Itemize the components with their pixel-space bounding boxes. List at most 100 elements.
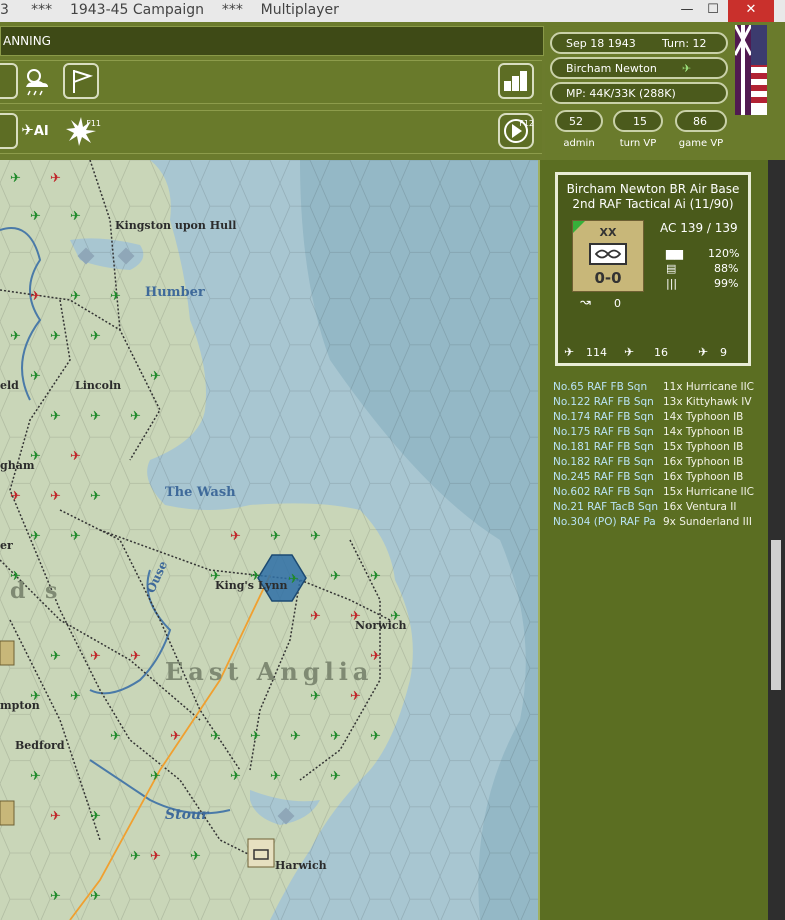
allied-air-unit: ✈ [270,769,281,784]
ammo-icon: ||| [666,277,678,290]
game-date: Sep 18 1943 [566,37,636,50]
aircraft-icon: ✈ [682,62,692,75]
squadron-name[interactable]: No.174 RAF FB Sqn [553,411,654,423]
top-toolbar: ANNING ✈AI F11 F12 [0,22,545,160]
unit-title: Bircham Newton BR Air Base 2nd RAF Tacti… [558,182,748,212]
maximize-button[interactable]: ☐ [698,0,728,22]
window-titlebar: 3 *** 1943-45 Campaign *** Multiplayer —… [0,0,785,22]
flag-button[interactable] [63,63,99,99]
city-label: King's Lynn [215,579,288,592]
squadron-name[interactable]: No.182 RAF FB Sqn [553,456,654,468]
axis-air-unit: ✈ [30,289,41,304]
readiness-value: 120% [708,247,740,260]
air-unit-symbol [589,243,627,265]
allied-air-unit: ✈ [330,769,341,784]
city-label: Harwich [275,859,327,872]
selected-location: Bircham Newton [566,62,657,75]
hex-map[interactable]: ✈ ✈ ✈ ✈ ✈ ✈ ✈ ✈ ✈ ✈ ✈ ✈ ✈ ✈ ✈ ✈ ✈ ✈ ✈ ✈ … [0,160,538,920]
allied-air-unit: ✈ [50,329,61,344]
ammo-value: 99% [714,277,739,290]
squadron-name[interactable]: No.122 RAF FB Sqn [553,396,654,408]
allied-air-unit: ✈ [310,689,321,704]
scrollbar-thumb[interactable] [771,540,781,690]
axis-air-unit: ✈ [50,489,61,504]
phase-label: ANNING [3,34,51,48]
air-strike-button[interactable]: F11 [63,113,101,149]
water-label: The Wash [165,485,236,500]
game-vp-value: 86 [693,115,707,128]
axis-air-unit: ✈ [50,809,61,824]
air-branch-icon [594,249,622,259]
unit-card[interactable]: Bircham Newton BR Air Base 2nd RAF Tacti… [555,172,751,366]
toolbar-row-1 [0,60,542,104]
squadron-name[interactable]: No.181 RAF FB Sqn [553,441,654,453]
axis-air-unit: ✈ [90,649,101,664]
squadron-name[interactable]: No.21 RAF TacB Sqn [553,501,658,513]
axis-air-unit: ✈ [70,449,81,464]
weather-button[interactable] [18,63,54,99]
close-button[interactable]: ✕ [728,0,774,22]
axis-air-unit: ✈ [10,489,21,504]
allied-air-unit: ✈ [250,729,261,744]
allied-air-unit: ✈ [70,529,81,544]
allied-air-unit: ✈ [330,729,341,744]
date-turn-pill: Sep 18 1943 Turn: 12 [550,32,728,54]
partial-toolbar-button[interactable] [0,63,18,99]
readiness-icon: ▆▆ [666,247,683,260]
city-label: Norwich [355,619,407,632]
fighter-icon: ✈ [564,345,575,359]
allied-air-unit: ✈ [90,329,101,344]
allied-air-unit: ✈ [70,209,81,224]
allied-air-unit: ✈ [230,769,241,784]
allied-air-unit: ✈ [90,489,101,504]
window-edge-scrollbar[interactable] [768,160,785,920]
allied-air-unit: ✈ [130,849,141,864]
squadron-name[interactable]: No.65 RAF FB Sqn [553,381,647,393]
axis-air-unit: ✈ [130,649,141,664]
unit-counter[interactable]: XX 0-0 [572,220,644,292]
map-canvas[interactable]: ✈ ✈ ✈ ✈ ✈ ✈ ✈ ✈ ✈ ✈ ✈ ✈ ✈ ✈ ✈ ✈ ✈ ✈ ✈ ✈ … [0,160,538,920]
end-turn-button[interactable]: F12 [498,113,534,149]
squadron-aircraft: 16x Ventura II [663,501,737,513]
squadron-name[interactable]: No.245 RAF FB Sqn [553,471,654,483]
axis-air-unit: ✈ [350,689,361,704]
unit-location-name: Bircham Newton BR Air Base [566,182,740,196]
location-pill[interactable]: Bircham Newton ✈ [550,57,728,79]
water-label: Humber [145,285,205,300]
f12-hotkey: F12 [519,119,534,128]
stack-icon [504,71,527,91]
air-ai-button[interactable]: ✈AI [15,113,55,149]
plane-icon: ✈ [21,121,34,139]
allied-air-unit: ✈ [290,729,301,744]
city-label: Lincoln [75,379,122,392]
unit-strength: 0-0 [594,269,622,287]
flag-icon [73,70,94,93]
fuel-icon: ↝ [580,295,591,310]
fuel-value: 0 [614,297,621,310]
game-vp-label: game VP [678,138,724,149]
squadron-aircraft: 15x Hurricane IIC [663,486,755,498]
allied-air-unit: ✈ [150,369,161,384]
squadron-name[interactable]: No.175 RAF FB Sqn [553,426,654,438]
squadron-name[interactable]: No.602 RAF FB Sqn [553,486,654,498]
allied-air-unit: ✈ [50,409,61,424]
allied-air-unit: ✈ [288,572,299,587]
allied-air-unit: ✈ [10,329,21,344]
turn-vp-label: turn VP [619,138,657,149]
aircraft-count: AC 139 / 139 [660,221,738,235]
squadron-aircraft: 11x Hurricane IIC [663,381,755,393]
allied-air-unit: ✈ [150,769,161,784]
squadron-aircraft: 14x Typhoon IB [663,411,744,423]
city-label: Bedford [15,739,65,752]
stack-button[interactable] [498,63,534,99]
allied-air-unit: ✈ [30,369,41,384]
axis-air-unit: ✈ [170,729,181,744]
unit-size-marker: XX [599,226,617,239]
ground-unit-counter [247,838,275,868]
supply-value: 88% [714,262,739,275]
squadron-name[interactable]: No.304 (PO) RAF Pa [553,516,656,528]
allied-air-unit: ✈ [330,569,341,584]
allied-air-unit: ✈ [10,171,21,186]
allied-air-unit: ✈ [370,729,381,744]
axis-air-unit: ✈ [310,609,321,624]
